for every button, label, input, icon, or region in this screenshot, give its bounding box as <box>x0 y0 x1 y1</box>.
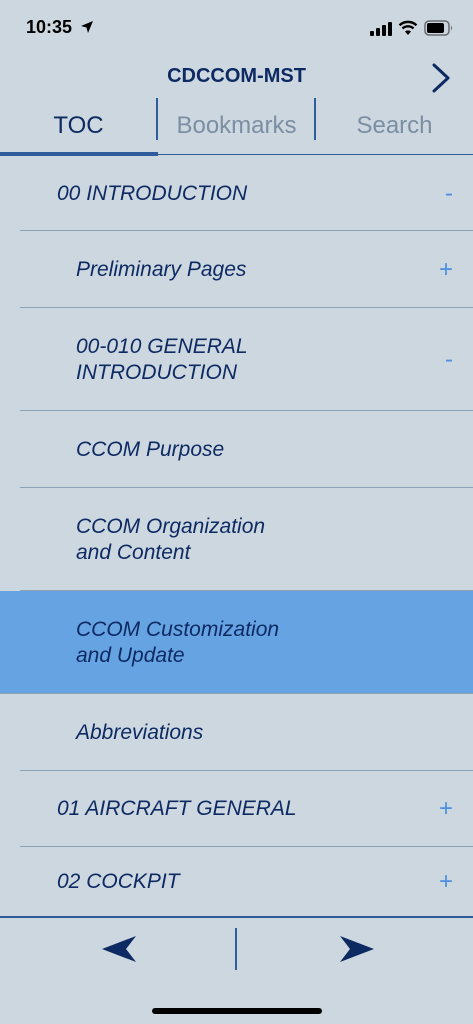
toc-item-label: CCOM Organization and Content <box>76 514 266 564</box>
bottom-toolbar <box>0 916 473 1024</box>
toolbar-separator <box>235 928 237 970</box>
tab-toc[interactable]: TOC <box>0 96 157 156</box>
toc-list: 00 INTRODUCTION - Preliminary Pages + 00… <box>0 156 473 917</box>
home-indicator[interactable] <box>152 1008 322 1014</box>
toc-item-label: Abbreviations <box>76 720 204 744</box>
tab-search[interactable]: Search <box>316 96 473 156</box>
chevron-right-icon[interactable] <box>428 62 454 94</box>
toc-item-00-introduction[interactable]: 00 INTRODUCTION - <box>0 156 473 231</box>
expand-toggle[interactable]: + <box>439 256 453 284</box>
expand-toggle[interactable]: + <box>439 868 453 896</box>
expand-toggle[interactable]: + <box>439 795 453 823</box>
toc-item-abbreviations[interactable]: Abbreviations <box>0 694 473 771</box>
toc-item-label: Preliminary Pages <box>76 257 247 281</box>
collapse-toggle[interactable]: - <box>445 180 453 208</box>
toc-item-ccom-customization[interactable]: CCOM Customization and Update <box>0 591 473 694</box>
tab-bookmarks[interactable]: Bookmarks <box>158 96 315 156</box>
arrow-right-icon[interactable] <box>336 934 376 964</box>
toc-item-label: CCOM Purpose <box>76 437 225 461</box>
toc-item-label: 02 COCKPIT <box>57 870 180 893</box>
location-arrow-icon <box>81 21 93 33</box>
toc-item-label: 00-010 GENERAL INTRODUCTION <box>76 334 248 384</box>
wifi-icon <box>398 20 418 35</box>
toc-item-01-aircraft-general[interactable]: 01 AIRCRAFT GENERAL + <box>0 771 473 847</box>
toc-item-label: 01 AIRCRAFT GENERAL <box>57 797 297 820</box>
toc-item-ccom-organization[interactable]: CCOM Organization and Content <box>0 488 473 591</box>
battery-icon <box>424 20 452 36</box>
cellular-signal-icon <box>370 22 392 36</box>
toc-item-ccom-purpose[interactable]: CCOM Purpose <box>0 411 473 488</box>
toc-item-label: 00 INTRODUCTION <box>57 181 248 205</box>
tab-bar: TOC Bookmarks Search <box>0 96 473 156</box>
collapse-toggle[interactable]: - <box>445 346 453 374</box>
toc-item-02-cockpit[interactable]: 02 COCKPIT + <box>0 847 473 917</box>
status-time: 10:35 <box>26 17 73 37</box>
nav-header: CDCCOM-MST <box>0 58 473 98</box>
arrow-left-icon[interactable] <box>100 934 140 964</box>
toc-item-label: CCOM Customization and Update <box>76 617 280 667</box>
page-title: CDCCOM-MST <box>167 65 306 87</box>
toc-item-00-010-general-introduction[interactable]: 00-010 GENERAL INTRODUCTION - <box>0 308 473 411</box>
status-bar: 10:35 <box>0 0 473 58</box>
toc-item-preliminary-pages[interactable]: Preliminary Pages + <box>0 231 473 308</box>
toolbar-divider <box>0 916 473 918</box>
